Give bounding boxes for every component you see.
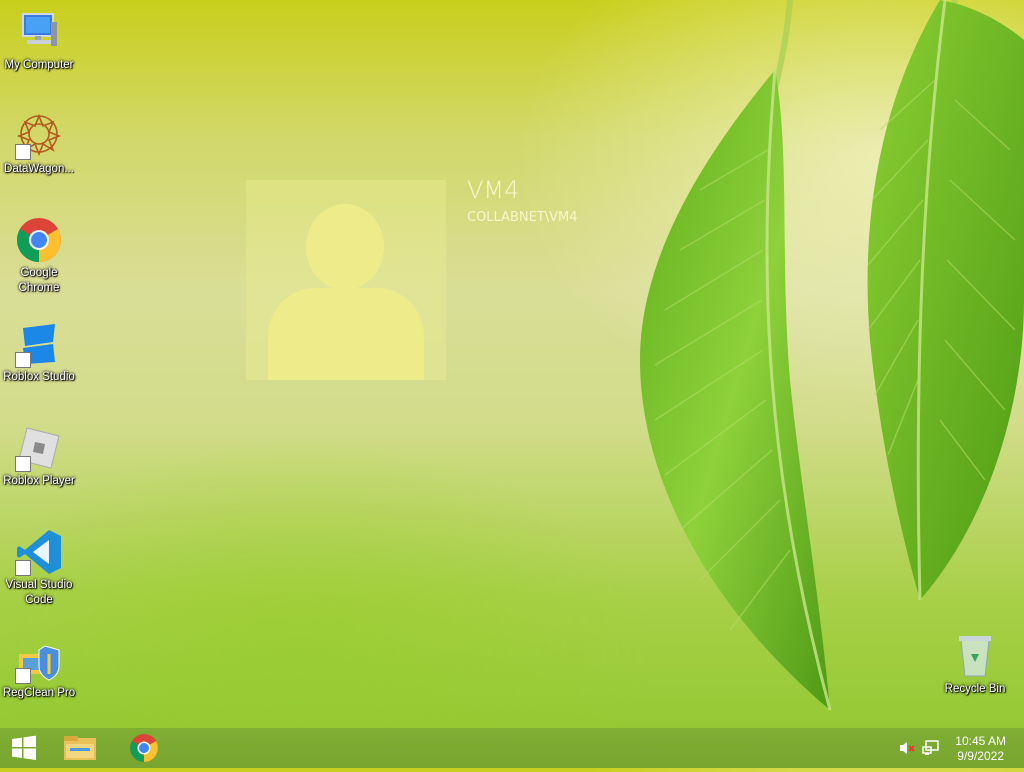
user-name: VM4: [467, 176, 520, 204]
shortcut-arrow-icon: [15, 560, 31, 576]
desktop-icon-roblox-player[interactable]: Roblox Player: [0, 424, 78, 489]
roblox-player-icon: [15, 424, 63, 472]
desktop-icon-datawagon[interactable]: DataWagon...: [0, 112, 78, 177]
desktop-icon-label: Recycle Bin: [944, 683, 1006, 695]
user-domain: COLLABNET\VM4: [467, 210, 578, 225]
user-head-shape: [306, 204, 384, 290]
desktop-icon-recycle-bin[interactable]: Recycle Bin: [936, 632, 1014, 697]
recycle-bin-icon: [951, 632, 999, 680]
file-explorer-icon: [64, 736, 96, 760]
network-icon[interactable]: [922, 740, 940, 756]
taskbar-clock[interactable]: 10:45 AM 9/9/2022: [955, 734, 1006, 764]
shortcut-arrow-icon: [15, 352, 31, 368]
user-body-shape: [268, 288, 424, 380]
wallpaper-leaves: [640, 0, 1024, 711]
vscode-icon: [15, 528, 63, 576]
user-avatar-tile: [246, 180, 446, 380]
desktop-icon-my-computer[interactable]: My Computer: [0, 8, 78, 73]
desktop-icon-label: Roblox Studio: [3, 371, 75, 383]
start-button[interactable]: [0, 728, 48, 768]
clock-time: 10:45 AM: [955, 734, 1006, 748]
roblox-studio-icon: [15, 320, 63, 368]
desktop-icon-roblox-studio[interactable]: Roblox Studio: [0, 320, 78, 385]
regclean-pro-icon: [15, 636, 63, 684]
chrome-icon: [15, 216, 63, 264]
shortcut-arrow-icon: [15, 668, 31, 684]
volume-muted-icon[interactable]: [898, 740, 916, 756]
desktop-icon-label: Roblox Player: [3, 475, 75, 487]
clock-date: 9/9/2022: [957, 749, 1004, 763]
shortcut-arrow-icon: [15, 456, 31, 472]
taskbar-chrome-button[interactable]: [120, 728, 168, 768]
desktop-icon-google-chrome[interactable]: Google Chrome: [0, 216, 78, 296]
desktop-icon-label: DataWagon...: [4, 163, 74, 175]
taskbar: 10:45 AM 9/9/2022: [0, 728, 1024, 768]
shortcut-arrow-icon: [15, 144, 31, 160]
desktop-icon-vscode[interactable]: Visual Studio Code: [0, 528, 78, 608]
desktop-icon-label: Google Chrome: [18, 267, 60, 294]
desktop-icon-regclean-pro[interactable]: RegClean Pro: [0, 636, 78, 701]
computer-icon: [15, 8, 63, 56]
windows-logo-icon: [12, 735, 36, 760]
desktop-icon-label: Visual Studio Code: [5, 579, 73, 606]
chrome-icon: [130, 734, 158, 762]
taskbar-file-explorer-button[interactable]: [56, 728, 104, 768]
desktop-icon-label: RegClean Pro: [2, 687, 76, 699]
datawagon-icon: [15, 112, 63, 160]
desktop-icon-label: My Computer: [4, 59, 74, 71]
